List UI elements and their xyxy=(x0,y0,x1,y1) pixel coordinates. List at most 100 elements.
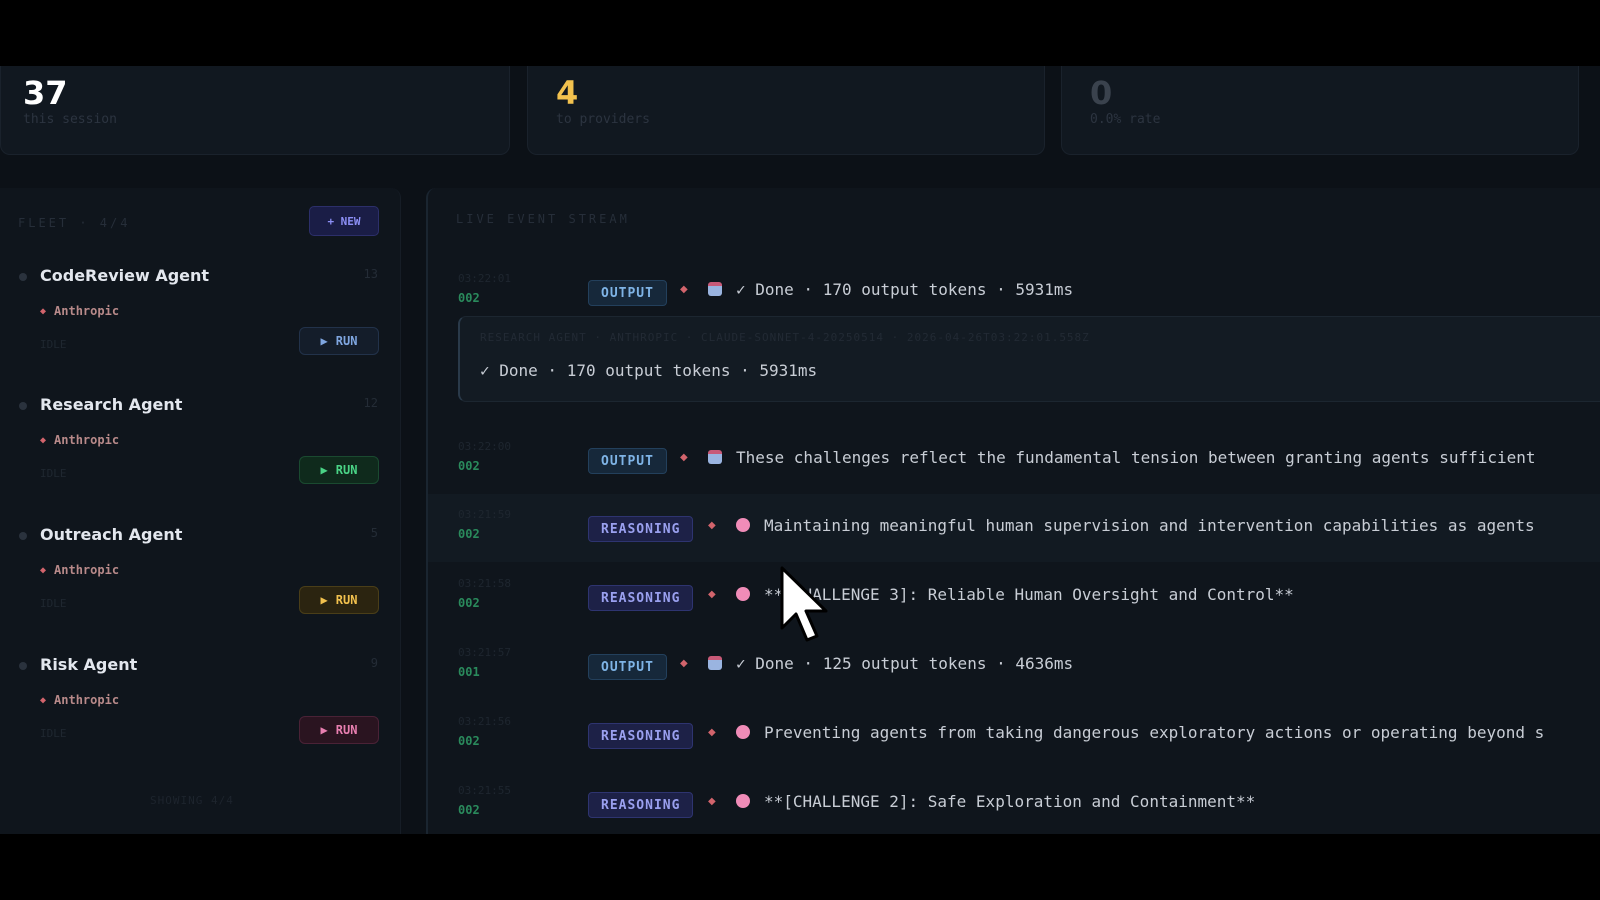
agent-status-dot xyxy=(19,662,27,670)
diamond-icon: ◆ xyxy=(680,284,688,295)
run-agent-button[interactable]: ▶ RUN xyxy=(299,716,379,744)
event-detail-panel: RESEARCH AGENT · ANTHROPIC · CLAUDE-SONN… xyxy=(458,316,1600,402)
event-type-badge: REASONING xyxy=(588,792,694,818)
run-agent-button[interactable]: ▶ RUN xyxy=(299,456,379,484)
live-event-stream: LIVE EVENT STREAM 03:22:01 002 OUTPUT ◆ ✓ Do… xyxy=(426,188,1600,834)
run-agent-button[interactable]: ▶ RUN xyxy=(299,327,379,355)
event-row[interactable]: 03:21:58 002 REASONING ◆ **[CHALLENGE 3]: Re… xyxy=(428,563,1600,631)
robot-icon xyxy=(708,450,722,464)
agent-status-text: IDLE xyxy=(40,727,67,740)
event-type-badge: REASONING xyxy=(588,723,694,749)
robot-icon xyxy=(708,656,722,670)
event-agent-number: 002 xyxy=(458,527,480,541)
event-timestamp: 03:21:59 xyxy=(458,508,511,521)
event-type-badge: REASONING xyxy=(588,516,694,542)
robot-icon xyxy=(708,282,722,296)
event-timestamp: 03:21:57 xyxy=(458,646,511,659)
agent-provider: ◆ Anthropic xyxy=(40,433,119,447)
agent-name: Risk Agent xyxy=(40,655,138,674)
event-type-badge: OUTPUT xyxy=(588,654,667,680)
agent-status-dot xyxy=(19,402,27,410)
agent-provider: ◆ Anthropic xyxy=(40,304,119,318)
agent-run-count: 5 xyxy=(370,526,378,540)
agent-status-text: IDLE xyxy=(40,467,67,480)
play-icon: ▶ xyxy=(320,463,328,477)
event-timestamp: 03:21:58 xyxy=(458,577,511,590)
agent-provider-label: Anthropic xyxy=(54,563,120,577)
agent-card-outreach[interactable]: Outreach Agent 5 ◆ Anthropic IDLE ▶ RUN xyxy=(0,519,400,644)
brain-icon xyxy=(736,587,750,601)
agent-status-dot xyxy=(19,273,27,281)
diamond-icon: ◆ xyxy=(40,305,47,317)
agent-name: Research Agent xyxy=(40,395,183,414)
new-agent-button[interactable]: + NEW xyxy=(309,206,379,236)
agent-card-risk[interactable]: Risk Agent 9 ◆ Anthropic IDLE ▶ RUN xyxy=(0,649,400,774)
event-message: **[CHALLENGE 3]: Reliable Human Oversigh… xyxy=(764,585,1294,604)
play-icon: ▶ xyxy=(320,723,328,737)
event-message: ✓ Done · 125 output tokens · 4636ms xyxy=(736,654,1074,673)
event-message: **[CHALLENGE 2]: Safe Exploration and Co… xyxy=(764,792,1256,811)
agent-provider: ◆ Anthropic xyxy=(40,693,119,707)
fleet-panel: FLEET · 4/4 + NEW CodeReview Agent 13 ◆ Ant… xyxy=(0,188,401,834)
diamond-icon: ◆ xyxy=(40,434,47,446)
event-agent-number: 001 xyxy=(458,665,480,679)
agent-run-count: 12 xyxy=(363,396,378,410)
stat-card-providers: 4 to providers xyxy=(527,66,1045,155)
run-button-label: RUN xyxy=(335,463,358,477)
event-type-badge: REASONING xyxy=(588,585,694,611)
event-row[interactable]: 03:22:00 002 OUTPUT ◆ These challenges refle… xyxy=(428,426,1600,494)
stream-title: LIVE EVENT STREAM xyxy=(456,212,630,226)
agent-card-research[interactable]: Research Agent 12 ◆ Anthropic IDLE ▶ RUN xyxy=(0,389,400,514)
dashboard-screen: 37 this session 4 to providers 0 0.0% ra… xyxy=(0,66,1600,834)
diamond-icon: ◆ xyxy=(708,520,716,531)
event-agent-number: 002 xyxy=(458,596,480,610)
event-agent-number: 002 xyxy=(458,734,480,748)
brain-icon xyxy=(736,725,750,739)
event-agent-number: 002 xyxy=(458,459,480,473)
brain-icon xyxy=(736,518,750,532)
agent-provider: ◆ Anthropic xyxy=(40,563,119,577)
diamond-icon: ◆ xyxy=(680,658,688,669)
run-button-label: RUN xyxy=(335,593,358,607)
event-message: Preventing agents from taking dangerous … xyxy=(764,723,1545,742)
agent-status-dot xyxy=(19,532,27,540)
agent-name: CodeReview Agent xyxy=(40,266,210,285)
stat-value: 4 xyxy=(556,74,579,112)
fleet-title: FLEET · 4/4 xyxy=(18,216,131,230)
agent-status-text: IDLE xyxy=(40,597,67,610)
event-timestamp: 03:22:00 xyxy=(458,440,511,453)
agent-provider-label: Anthropic xyxy=(54,304,120,318)
event-timestamp: 03:22:01 xyxy=(458,272,511,285)
play-icon: ▶ xyxy=(320,593,328,607)
agent-card-codereview[interactable]: CodeReview Agent 13 ◆ Anthropic IDLE ▶ RUN xyxy=(0,260,400,385)
event-type-badge: OUTPUT xyxy=(588,448,667,474)
stat-label: this session xyxy=(23,112,117,127)
event-row[interactable]: 03:21:55 002 REASONING ◆ **[CHALLENGE 2]: Sa… xyxy=(428,770,1600,834)
event-detail-text: ✓ Done · 170 output tokens · 5931ms xyxy=(480,361,818,380)
stat-label: to providers xyxy=(556,112,650,127)
event-type-badge: OUTPUT xyxy=(588,280,667,306)
event-agent-number: 002 xyxy=(458,291,480,305)
stat-value: 0 xyxy=(1090,74,1113,112)
agent-name: Outreach Agent xyxy=(40,525,183,544)
run-button-label: RUN xyxy=(335,723,358,737)
event-row[interactable]: 03:21:59 002 REASONING ◆ Maintaining meaning… xyxy=(428,494,1600,562)
stat-label: 0.0% rate xyxy=(1090,112,1161,127)
diamond-icon: ◆ xyxy=(708,727,716,738)
event-row[interactable]: 03:21:56 002 REASONING ◆ Preventing agents f… xyxy=(428,701,1600,769)
agent-run-count: 9 xyxy=(370,656,378,670)
play-icon: ▶ xyxy=(320,334,328,348)
diamond-icon: ◆ xyxy=(40,694,47,706)
stat-value: 37 xyxy=(23,74,68,112)
agent-provider-label: Anthropic xyxy=(54,693,120,707)
run-button-label: RUN xyxy=(335,334,358,348)
event-row[interactable]: 03:21:57 001 OUTPUT ◆ ✓ Done · 125 output to… xyxy=(428,632,1600,700)
event-detail-meta: RESEARCH AGENT · ANTHROPIC · CLAUDE-SONN… xyxy=(480,331,1090,344)
run-agent-button[interactable]: ▶ RUN xyxy=(299,586,379,614)
mouse-cursor-icon xyxy=(780,566,828,642)
fleet-footer: SHOWING 4/4 xyxy=(150,794,234,807)
diamond-icon: ◆ xyxy=(708,589,716,600)
diamond-icon: ◆ xyxy=(680,452,688,463)
agent-status-text: IDLE xyxy=(40,338,67,351)
event-message: Maintaining meaningful human supervision… xyxy=(764,516,1535,535)
